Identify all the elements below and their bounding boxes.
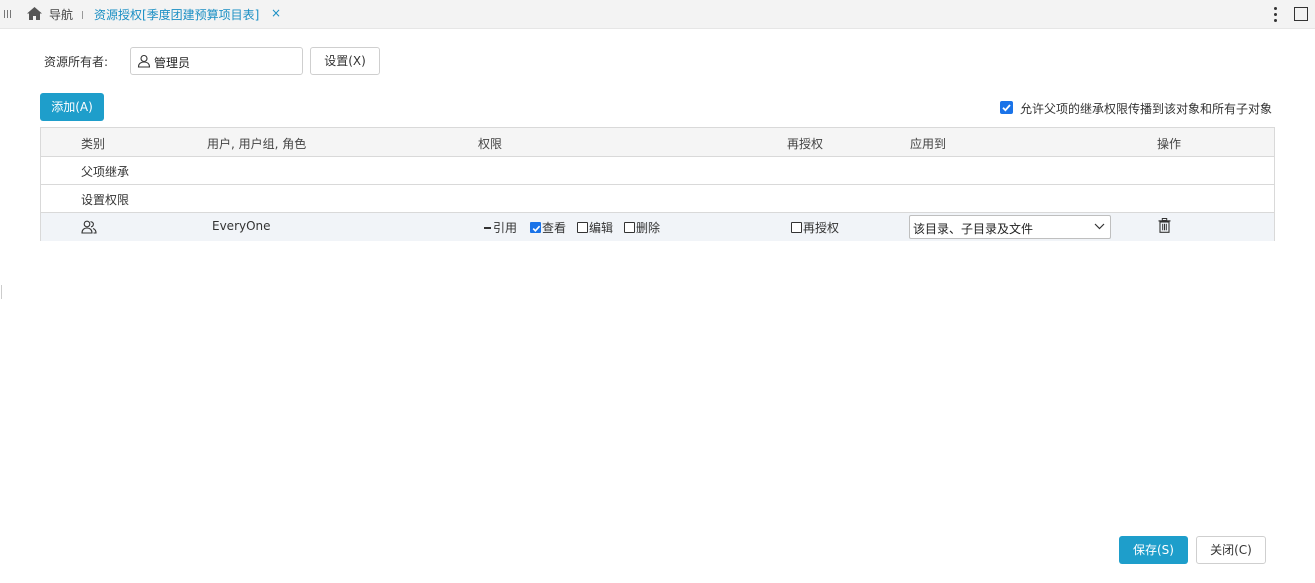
chevron-down-icon bbox=[1094, 223, 1105, 230]
perm-delete[interactable]: 删除 bbox=[624, 219, 660, 236]
column-principal: 用户, 用户组, 角色 bbox=[207, 137, 307, 151]
perm-view[interactable]: 查看 bbox=[530, 219, 566, 236]
regrant-checkbox[interactable] bbox=[791, 222, 802, 233]
maximize-icon[interactable] bbox=[1294, 7, 1308, 21]
user-group-icon bbox=[81, 220, 97, 234]
perm-edit-checkbox[interactable] bbox=[577, 222, 588, 233]
tab-resource-authorization[interactable]: 资源授权[季度团建预算项目表] bbox=[94, 6, 259, 23]
perm-reference[interactable]: 引用 bbox=[484, 219, 517, 236]
divider bbox=[82, 11, 83, 19]
set-owner-button[interactable]: 设置(X) bbox=[310, 47, 380, 75]
perm-delete-checkbox[interactable] bbox=[624, 222, 635, 233]
user-icon bbox=[137, 54, 151, 68]
allow-inherit-label: 允许父项的继承权限传播到该对象和所有子对象 bbox=[1020, 102, 1273, 116]
permissions-table: 类别 用户, 用户组, 角色 权限 再授权 应用到 操作 父项继承 设置权限 E… bbox=[40, 127, 1275, 241]
perm-view-label: 查看 bbox=[542, 221, 567, 235]
table-header: 类别 用户, 用户组, 角色 权限 再授权 应用到 操作 bbox=[41, 128, 1274, 157]
apply-to-value: 该目录、子目录及文件 bbox=[913, 222, 1034, 236]
principal-name: EveryOne bbox=[212, 219, 271, 233]
column-regrant: 再授权 bbox=[787, 137, 824, 151]
column-permissions: 权限 bbox=[478, 137, 503, 151]
perm-edit[interactable]: 编辑 bbox=[577, 219, 613, 236]
table-row[interactable]: EveryOne 引用 查看 编辑 删除 再授权 该目录、子目录及文件 bbox=[41, 213, 1274, 241]
grip-icon[interactable] bbox=[4, 8, 14, 20]
perm-reference-checkbox[interactable] bbox=[484, 222, 492, 233]
trash-icon[interactable] bbox=[1158, 218, 1171, 233]
owner-label: 资源所有者: bbox=[44, 55, 109, 69]
column-category: 类别 bbox=[81, 137, 106, 151]
nav-link[interactable]: 导航 bbox=[49, 6, 73, 23]
regrant-option[interactable]: 再授权 bbox=[791, 219, 839, 236]
more-options-icon[interactable] bbox=[1272, 5, 1278, 23]
perm-delete-label: 删除 bbox=[636, 221, 661, 235]
section-row-inherit: 父项继承 bbox=[41, 157, 1274, 185]
tab-close-icon[interactable]: × bbox=[271, 6, 281, 20]
allow-inherit-checkbox[interactable] bbox=[1000, 101, 1013, 114]
top-bar: 导航 资源授权[季度团建预算项目表] × bbox=[0, 0, 1315, 29]
resize-handle[interactable] bbox=[1, 285, 2, 299]
perm-view-checkbox[interactable] bbox=[530, 222, 541, 233]
column-apply-to: 应用到 bbox=[910, 137, 947, 151]
owner-value: 管理员 bbox=[154, 56, 191, 70]
save-button[interactable]: 保存(S) bbox=[1119, 536, 1188, 564]
owner-field[interactable]: 管理员 bbox=[130, 47, 303, 75]
home-icon[interactable] bbox=[26, 6, 43, 21]
section-row-set: 设置权限 bbox=[41, 185, 1274, 213]
regrant-label: 再授权 bbox=[803, 221, 840, 235]
section-label: 父项继承 bbox=[81, 165, 130, 179]
apply-to-select[interactable]: 该目录、子目录及文件 bbox=[909, 215, 1111, 239]
perm-reference-label: 引用 bbox=[493, 221, 518, 235]
section-label: 设置权限 bbox=[81, 193, 130, 207]
perm-edit-label: 编辑 bbox=[589, 221, 614, 235]
column-operation: 操作 bbox=[1157, 137, 1182, 151]
add-button[interactable]: 添加(A) bbox=[40, 93, 104, 121]
close-button[interactable]: 关闭(C) bbox=[1196, 536, 1266, 564]
